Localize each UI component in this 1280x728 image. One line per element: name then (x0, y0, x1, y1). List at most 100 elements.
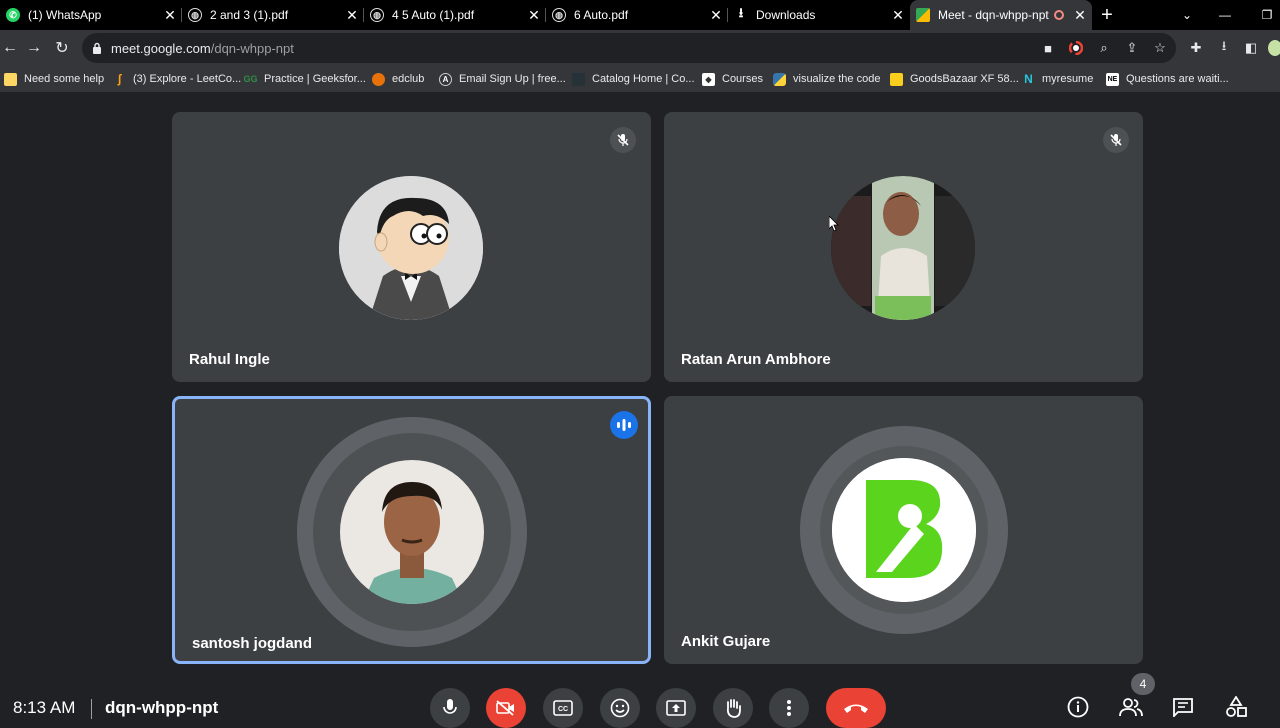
close-tab-icon[interactable]: ✕ (890, 7, 906, 23)
divider (91, 699, 92, 719)
python-icon (773, 72, 786, 86)
tab-title: 6 Auto.pdf (574, 8, 629, 22)
leetcode-icon: ʃ (117, 72, 122, 86)
bookmark-label: Email Sign Up | free... (459, 73, 566, 85)
mouse-cursor-icon (829, 216, 839, 232)
minimize-icon[interactable]: — (1214, 0, 1236, 30)
whatsapp-icon: ✆ (6, 8, 20, 22)
bookmark-edclub[interactable]: edclub (372, 71, 424, 87)
close-tab-icon[interactable]: ✕ (1072, 7, 1088, 23)
muted-mic-icon (1103, 127, 1129, 153)
recording-icon (1054, 10, 1064, 20)
close-tab-icon[interactable]: ✕ (526, 7, 542, 23)
present-screen-icon (666, 700, 686, 716)
tab-title: 4 5 Auto (1).pdf (392, 8, 475, 22)
bookmark-courses[interactable]: ◆ Courses (702, 71, 763, 87)
globe-icon: ◍ (188, 8, 202, 22)
tab-pdf-2-and-3[interactable]: ◍ 2 and 3 (1).pdf ✕ (182, 0, 364, 30)
google-icon[interactable] (1068, 40, 1084, 56)
raise-hand-button[interactable] (713, 688, 753, 728)
reload-icon[interactable]: ↻ (52, 38, 72, 58)
tab-search-icon[interactable]: ⌄ (1176, 0, 1198, 30)
reactions-button[interactable] (600, 688, 640, 728)
leave-call-button[interactable] (826, 688, 886, 728)
camera-indicator-icon[interactable]: ■ (1040, 40, 1056, 56)
participant-count-badge: 4 (1131, 673, 1155, 695)
close-tab-icon[interactable]: ✕ (708, 7, 724, 23)
participant-avatar (339, 176, 483, 320)
activities-button[interactable] (1223, 694, 1249, 720)
new-tab-button[interactable]: + (1092, 0, 1122, 30)
meeting-details-button[interactable] (1065, 694, 1091, 720)
bookmark-need-some-help[interactable]: Need some help (4, 71, 104, 87)
bookmark-label: Courses (722, 73, 763, 85)
raise-hand-icon (726, 699, 741, 718)
tab-whatsapp[interactable]: ✆ (1) WhatsApp ✕ (0, 0, 182, 30)
more-options-button[interactable] (769, 688, 809, 728)
chat-icon (1173, 698, 1193, 717)
myresume-icon: N (1024, 72, 1033, 86)
participant-tile[interactable]: Rahul Ingle (172, 112, 651, 382)
back-icon[interactable]: ← (0, 38, 20, 58)
people-icon (1119, 698, 1143, 717)
tab-pdf-6-auto[interactable]: ◍ 6 Auto.pdf ✕ (546, 0, 728, 30)
bookmark-catalog-home[interactable]: Catalog Home | Co... (572, 71, 695, 87)
bookmark-questions[interactable]: NE Questions are waiti... (1106, 71, 1229, 87)
participant-tile[interactable]: Ratan Arun Ambhore (664, 112, 1143, 382)
tab-meet[interactable]: Meet - dqn-whpp-npt ✕ (910, 0, 1092, 30)
bookmark-myresume[interactable]: N myresume (1022, 71, 1093, 87)
bookmark-label: Need some help (24, 73, 105, 85)
participant-tile-active-speaker[interactable]: santosh jogdand (172, 396, 651, 664)
bookmark-star-icon[interactable]: ☆ (1152, 40, 1168, 56)
camera-off-icon (496, 700, 514, 716)
globe-icon: ◍ (370, 8, 384, 22)
participant-avatar (340, 460, 484, 604)
zoom-icon[interactable]: ⌕ (1096, 40, 1112, 56)
bookmark-label: myresume (1042, 73, 1094, 85)
bookmark-visualize-the-code[interactable]: visualize the code (773, 71, 880, 87)
captions-button[interactable]: CC (543, 688, 583, 728)
info-icon (1067, 696, 1089, 718)
participant-name: Ratan Arun Ambhore (681, 351, 831, 368)
share-icon[interactable]: ⇪ (1124, 40, 1140, 56)
download-icon: ⭳ (738, 5, 744, 20)
present-screen-button[interactable] (656, 688, 696, 728)
forward-icon[interactable]: → (24, 38, 44, 58)
microphone-button[interactable] (430, 688, 470, 728)
downloads-icon[interactable]: ⭳ (1216, 38, 1232, 56)
participant-tile[interactable]: Ankit Gujare (664, 396, 1143, 664)
bookmarks-bar: Need some help ʃ (3) Explore - LeetCo...… (0, 66, 1280, 92)
bookmark-geeksforgeeks[interactable]: GG Practice | Geeksfor... (244, 71, 366, 87)
tab-title: 2 and 3 (1).pdf (210, 8, 289, 22)
profile-avatar[interactable] (1268, 40, 1280, 56)
address-bar[interactable]: meet.google.com/dqn-whpp-npt ■ ⌕ ⇪ ☆ (82, 33, 1176, 63)
end-call-icon (844, 704, 868, 713)
bookmark-leetcode[interactable]: ʃ (3) Explore - LeetCo... (113, 71, 242, 87)
chat-button[interactable] (1170, 694, 1196, 720)
bookmark-label: Catalog Home | Co... (592, 73, 695, 85)
meet-icon (916, 8, 930, 22)
questions-icon: NE (1106, 72, 1119, 86)
globe-icon: ◍ (552, 8, 566, 22)
tab-downloads[interactable]: ⭳ Downloads ✕ (728, 0, 910, 30)
url-host: meet.google.com (111, 41, 211, 56)
restore-icon[interactable]: ❐ (1256, 0, 1278, 30)
geeksforgeeks-icon: GG (243, 74, 258, 84)
browser-tab-strip: ✆ (1) WhatsApp ✕ ◍ 2 and 3 (1).pdf ✕ ◍ 4… (0, 0, 1280, 30)
close-tab-icon[interactable]: ✕ (344, 7, 360, 23)
courses-icon: ◆ (702, 72, 715, 86)
tab-title: Downloads (756, 8, 816, 22)
bookmark-email-sign-up[interactable]: A Email Sign Up | free... (439, 71, 566, 87)
tab-pdf-4-5-auto[interactable]: ◍ 4 5 Auto (1).pdf ✕ (364, 0, 546, 30)
tab-title: Meet - dqn-whpp-npt (938, 8, 1049, 22)
bookmark-label: visualize the code (793, 73, 881, 85)
side-panel-icon[interactable]: ◧ (1243, 40, 1259, 56)
camera-button[interactable] (486, 688, 526, 728)
microphone-icon (443, 699, 457, 714)
extensions-icon[interactable]: ✚ (1188, 40, 1204, 56)
people-button[interactable] (1118, 694, 1144, 720)
close-tab-icon[interactable]: ✕ (162, 7, 178, 23)
more-vert-icon (787, 700, 791, 716)
bookmark-goodsbazaar[interactable]: GoodsBazaar XF 58... (890, 71, 1019, 87)
emoji-icon (610, 698, 630, 718)
